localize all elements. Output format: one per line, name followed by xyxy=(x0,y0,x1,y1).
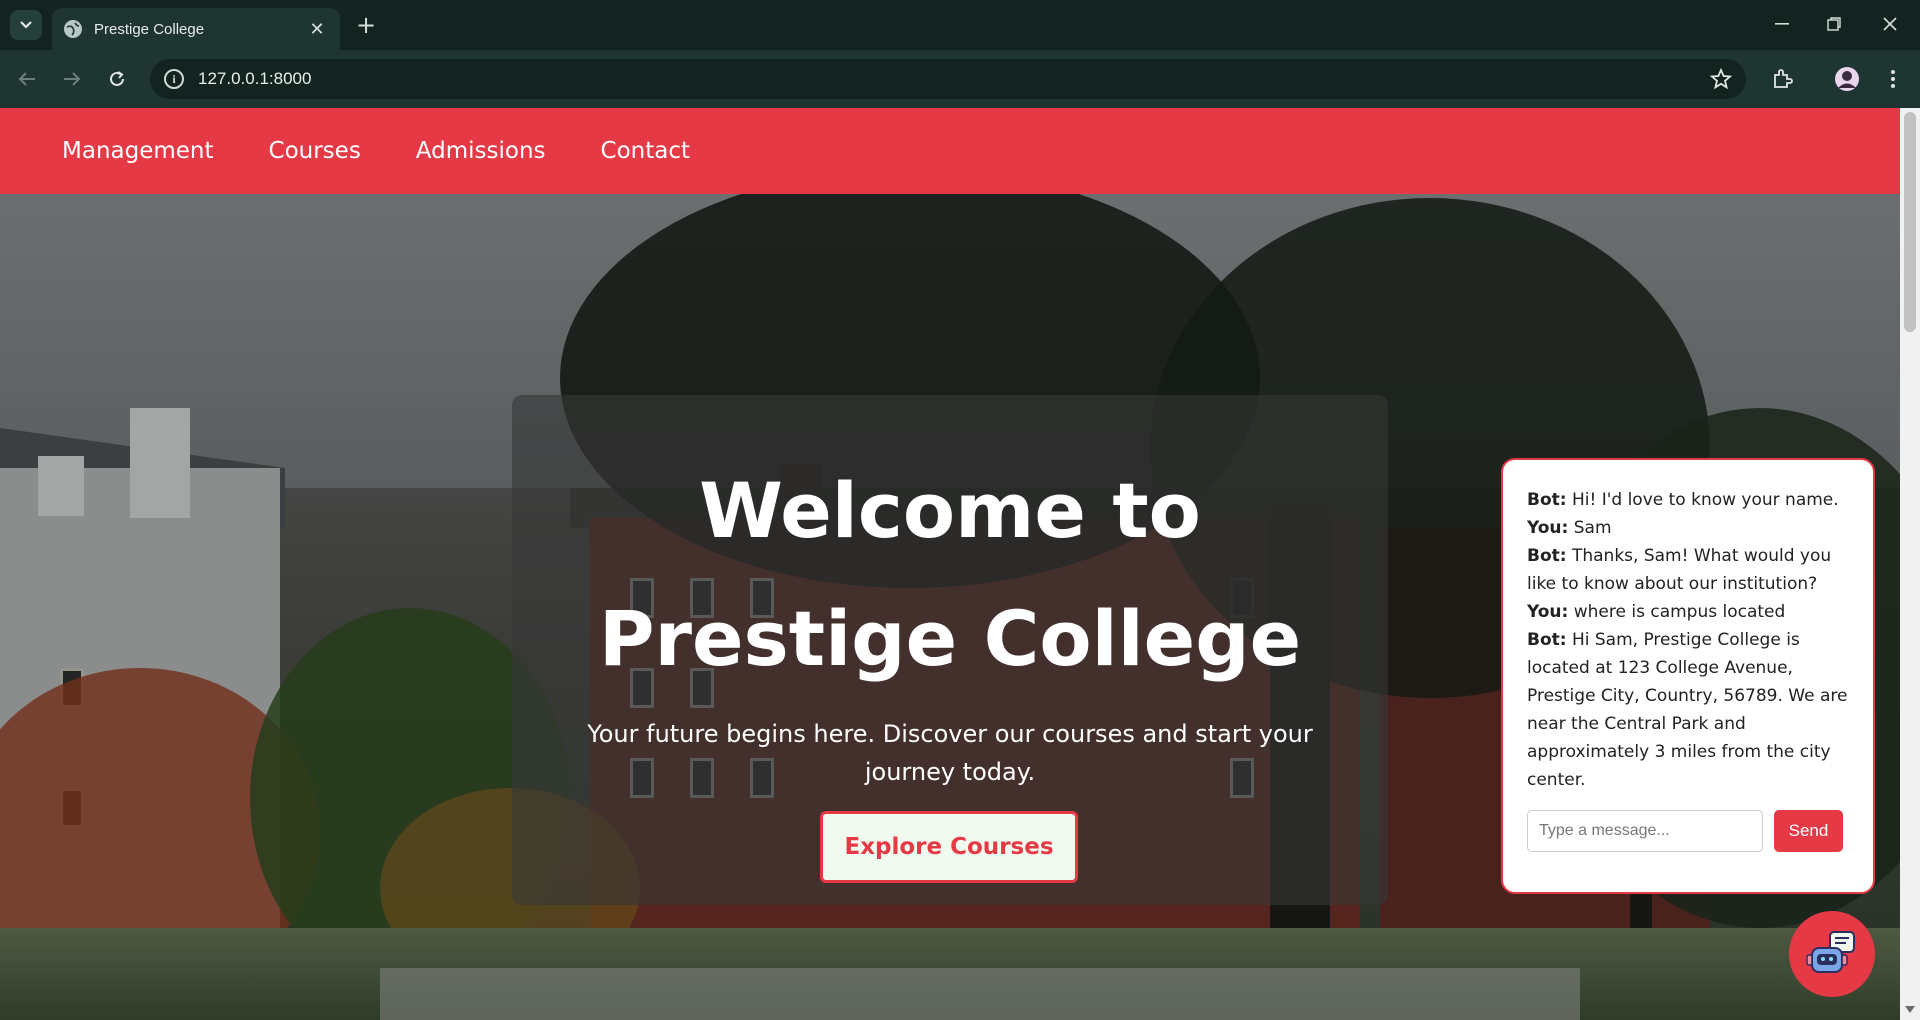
close-icon[interactable]: ✕ xyxy=(306,19,328,40)
site-navbar: Management Courses Admissions Contact xyxy=(0,108,1900,194)
page-scrollbar[interactable] xyxy=(1900,108,1920,1020)
hero-title: Welcome to Prestige College xyxy=(598,466,1302,683)
globe-icon xyxy=(64,20,82,38)
chat-sender: You: xyxy=(1527,518,1569,538)
chatbot-toggle-button[interactable] xyxy=(1789,911,1875,997)
chat-messages: Bot: Hi! I'd love to know your name. You… xyxy=(1527,486,1849,804)
star-icon[interactable] xyxy=(1709,67,1733,94)
nav-courses[interactable]: Courses xyxy=(269,138,361,164)
profile-avatar[interactable] xyxy=(1830,62,1864,96)
chat-text: Thanks, Sam! What would you like to know… xyxy=(1527,546,1832,594)
extensions-icon[interactable] xyxy=(1765,62,1799,96)
browser-toolbar: i 127.0.0.1:8000 xyxy=(0,50,1920,108)
chatbot-icon xyxy=(1806,931,1855,973)
nav-admissions[interactable]: Admissions xyxy=(416,138,546,164)
chat-sender: Bot: xyxy=(1527,546,1567,566)
plus-icon[interactable]: + xyxy=(352,11,380,39)
chat-text: Hi! I'd love to know your name. xyxy=(1571,490,1839,510)
tab-title: Prestige College xyxy=(94,20,205,38)
chat-message: Bot: Thanks, Sam! What would you like to… xyxy=(1527,542,1849,598)
nav-management[interactable]: Management xyxy=(62,138,214,164)
chat-message: You: where is campus located xyxy=(1527,598,1849,626)
chat-message: You: Sam xyxy=(1527,514,1849,542)
chat-message: Bot: Hi! I'd love to know your name. xyxy=(1527,486,1849,514)
menu-kebab-icon[interactable] xyxy=(1876,62,1910,96)
url-text: 127.0.0.1:8000 xyxy=(198,69,312,88)
browser-tab-bar: Prestige College ✕ + xyxy=(0,0,1920,50)
chat-text: Hi Sam, Prestige College is located at 1… xyxy=(1527,630,1848,790)
chat-text: where is campus located xyxy=(1573,602,1786,622)
page-viewport: Management Courses Admissions Contact We… xyxy=(0,108,1900,1020)
tab-search-icon[interactable] xyxy=(10,10,42,40)
explore-courses-button[interactable]: Explore Courses xyxy=(820,811,1078,883)
scrollbar-thumb[interactable] xyxy=(1904,112,1916,332)
chat-sender: Bot: xyxy=(1527,490,1567,510)
forward-icon[interactable] xyxy=(55,62,89,96)
chat-sender: Bot: xyxy=(1527,630,1567,650)
back-icon[interactable] xyxy=(10,62,44,96)
restore-icon[interactable] xyxy=(1804,8,1864,40)
address-bar[interactable]: i 127.0.0.1:8000 xyxy=(150,59,1746,99)
hero-subtitle: Your future begins here. Discover our co… xyxy=(587,720,1313,786)
info-icon[interactable]: i xyxy=(164,69,184,89)
chatbot-window: Bot: Hi! I'd love to know your name. You… xyxy=(1501,458,1875,894)
chat-message: Bot: Hi Sam, Prestige College is located… xyxy=(1527,626,1849,794)
reload-icon[interactable] xyxy=(100,62,134,96)
chat-message-input[interactable] xyxy=(1527,810,1763,852)
window-close-icon[interactable] xyxy=(1860,8,1920,40)
nav-contact[interactable]: Contact xyxy=(601,138,690,164)
chat-text: Sam xyxy=(1573,518,1612,538)
browser-tab[interactable]: Prestige College ✕ xyxy=(52,8,340,50)
chat-input-row: Send xyxy=(1527,810,1857,852)
hero-content-box: Welcome to Prestige College Your future … xyxy=(512,395,1388,905)
chat-sender: You: xyxy=(1527,602,1569,622)
send-button[interactable]: Send xyxy=(1774,810,1843,852)
minimize-icon[interactable] xyxy=(1752,8,1812,40)
